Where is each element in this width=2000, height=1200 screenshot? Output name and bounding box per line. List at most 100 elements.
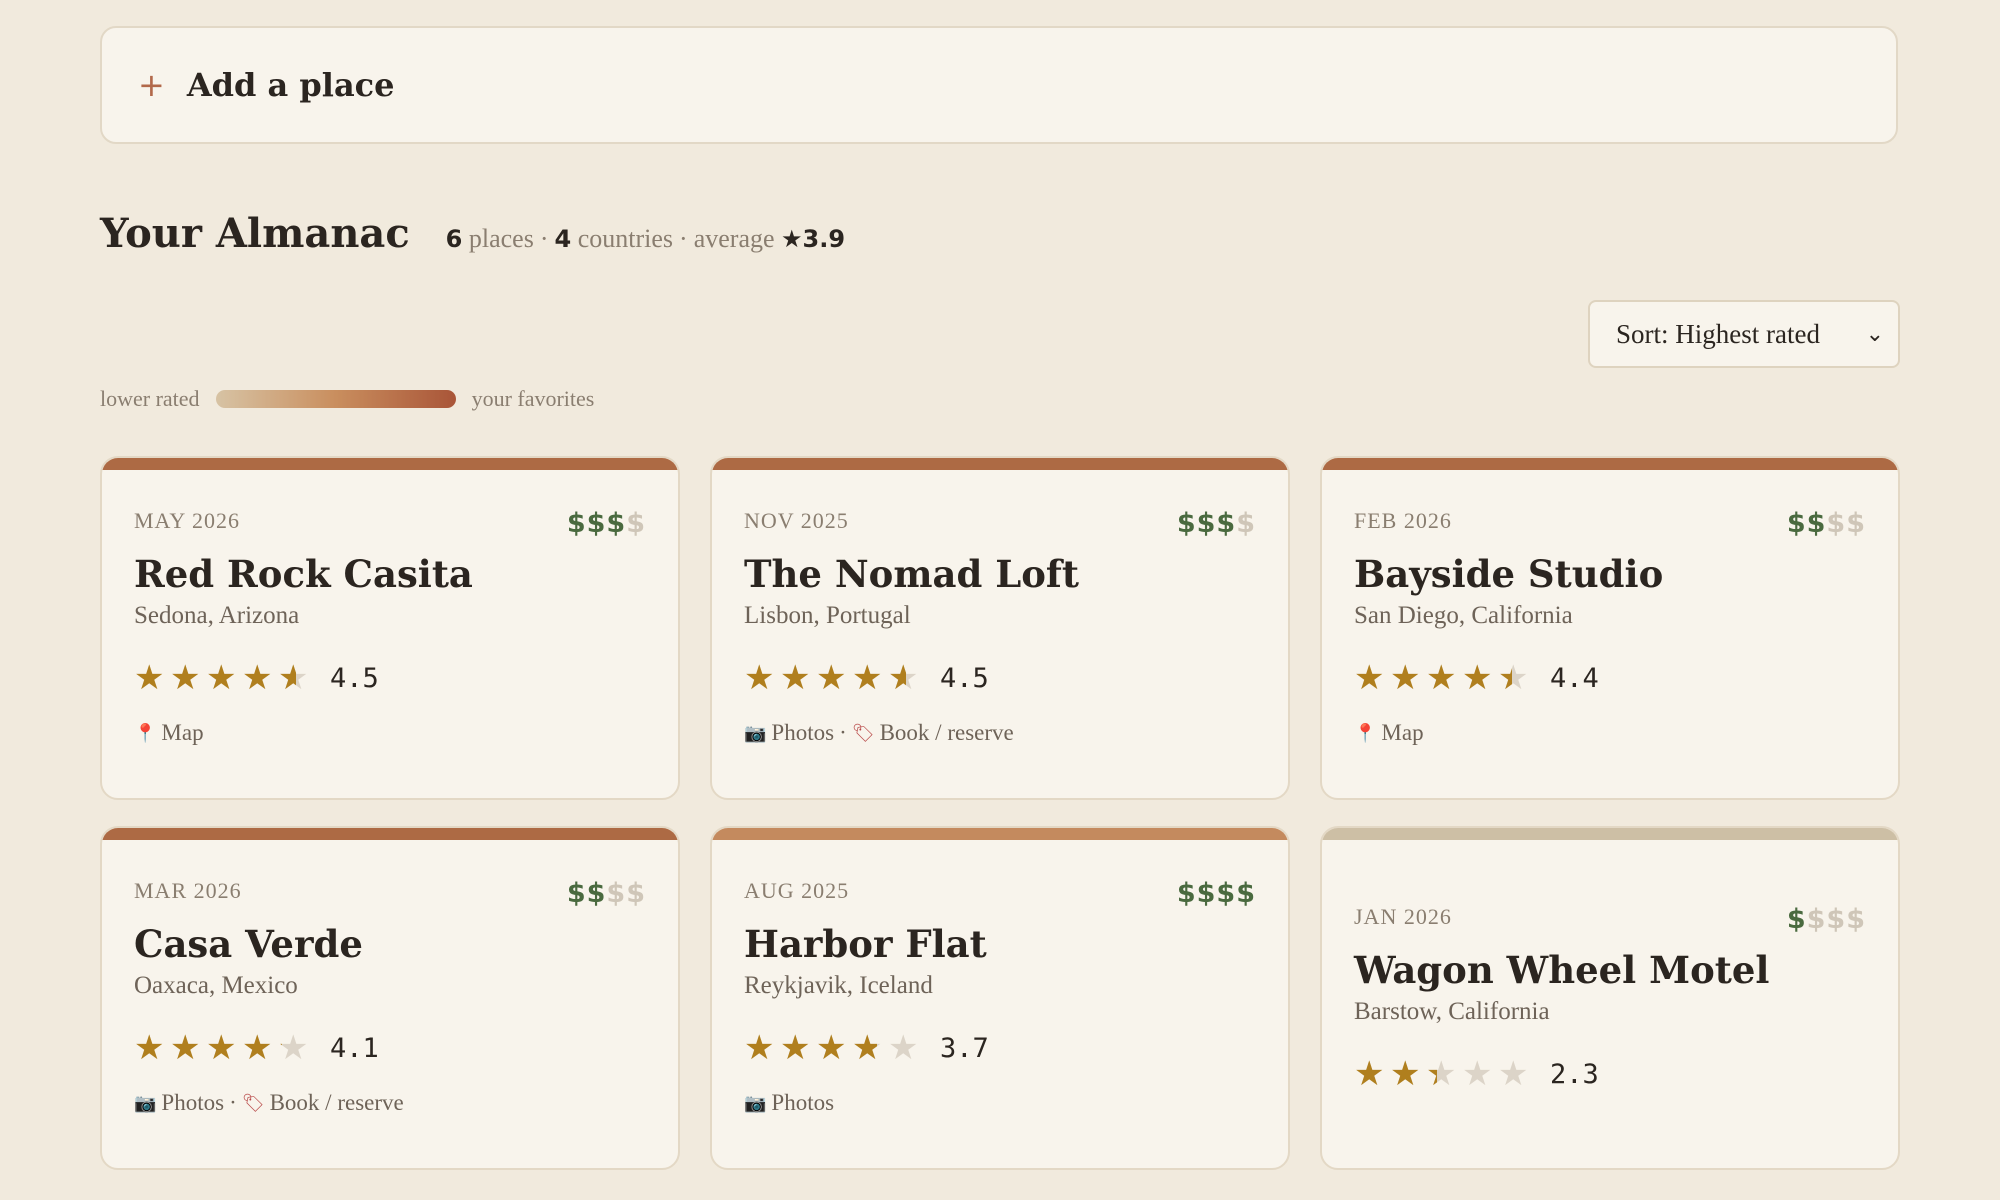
star-icon: ★★	[1462, 1054, 1493, 1094]
price-level: $$$$	[567, 878, 646, 909]
star-icon: ★★	[852, 1028, 883, 1068]
rating-row: ★★★★★★★★★★ 4.5	[134, 660, 646, 696]
map-pin-icon: 📍	[134, 722, 157, 744]
camera-icon: 📷	[744, 1092, 767, 1114]
link-label: Photos	[161, 1090, 225, 1115]
star-icon: ★★	[744, 658, 775, 698]
star-icon: ★★	[134, 658, 165, 698]
star-icon: ★★	[206, 658, 237, 698]
average-star-icon: ★	[781, 225, 803, 253]
card-body: NOV 2025 $$$$ The Nomad Loft Lisbon, Portug…	[744, 508, 1256, 746]
star-icon: ★★	[1354, 1054, 1385, 1094]
star-icon: ★★	[1426, 1054, 1457, 1094]
countries-count: 4	[554, 225, 572, 253]
price-inactive: $$	[1826, 508, 1866, 539]
place-card[interactable]: FEB 2026 $$$$ Bayside Studio San Diego, Cal…	[1320, 456, 1900, 800]
star-icon: ★★	[1498, 1054, 1529, 1094]
rating-legend: lower rated your favorites	[100, 386, 594, 412]
places-count: 6	[445, 225, 463, 253]
star-icon: ★★	[242, 1028, 273, 1068]
almanac-summary: 6 places · 4 countries · average ★3.9	[445, 224, 846, 253]
page-title: Your Almanac	[100, 210, 410, 257]
star-icon: ★★	[1426, 658, 1457, 698]
star-icon: ★★	[278, 658, 309, 698]
photos-link[interactable]: 📷 Photos	[744, 1090, 834, 1116]
photos-link[interactable]: 📷 Photos	[134, 1090, 224, 1116]
star-rating: ★★★★★★★★★★	[1354, 660, 1534, 696]
ticket-icon: 🏷	[241, 1092, 265, 1114]
place-card[interactable]: AUG 2025 $$$$ Harbor Flat Reykjavik, Icelan…	[710, 826, 1290, 1170]
map-link[interactable]: 📍 Map	[1354, 720, 1424, 746]
average-label: average	[693, 224, 775, 253]
star-rating: ★★★★★★★★★★	[134, 1030, 314, 1066]
rating-row: ★★★★★★★★★★ 3.7	[744, 1030, 1256, 1066]
rating-score: 2.3	[1550, 1058, 1599, 1090]
star-icon: ★★	[744, 1028, 775, 1068]
price-inactive: $	[626, 508, 646, 539]
legend-gradient-bar	[215, 390, 456, 408]
place-card[interactable]: JAN 2026 $$$$ Wagon Wheel Motel Barstow, Ca…	[1320, 826, 1900, 1170]
rating-row: ★★★★★★★★★★ 4.1	[134, 1030, 646, 1066]
rating-color-bar	[1322, 458, 1898, 470]
star-icon: ★★	[888, 1028, 919, 1068]
star-rating: ★★★★★★★★★★	[744, 1030, 924, 1066]
price-active: $$$	[566, 508, 627, 539]
rating-color-bar	[102, 458, 678, 470]
star-icon: ★★	[852, 658, 883, 698]
rating-score: 4.4	[1550, 662, 1599, 694]
book-reserve-link[interactable]: 🏷 Book / reserve	[852, 720, 1014, 746]
price-level: $$$$	[567, 508, 646, 539]
place-name: Casa Verde	[134, 922, 363, 966]
star-icon: ★★	[170, 658, 201, 698]
card-body: MAR 2026 $$$$ Casa Verde Oaxaca, Mexico ★ ★ ★ ★…	[134, 878, 646, 1116]
price-active: $$$$	[1176, 878, 1256, 909]
add-place-button[interactable]: + Add a place	[100, 26, 1898, 144]
link-label: Map	[1381, 720, 1424, 745]
star-icon: ★★	[780, 658, 811, 698]
price-level: $$$$	[1787, 508, 1866, 539]
star-rating: ★★★★★★★★★★	[1354, 1056, 1534, 1092]
almanac-header: Your Almanac 6 places · 4 countries · averag…	[100, 210, 845, 257]
star-icon: ★★	[1462, 658, 1493, 698]
camera-icon: 📷	[744, 722, 767, 744]
link-label: Book / reserve	[269, 1090, 404, 1115]
price-level: $$$$	[1177, 878, 1256, 909]
map-link[interactable]: 📍 Map	[134, 720, 204, 746]
card-body: FEB 2026 $$$$ Bayside Studio San Diego, Cal…	[1354, 508, 1866, 746]
place-location: Lisbon, Portugal	[744, 602, 911, 629]
book-reserve-link[interactable]: 🏷 Book / reserve	[242, 1090, 404, 1116]
rating-row: ★★★★★★★★★★4.5	[744, 660, 1256, 696]
link-separator: ·	[839, 720, 847, 745]
star-icon: ★★	[780, 1028, 811, 1068]
rating-score: 4.5	[940, 662, 989, 694]
photos-link[interactable]: 📷 Photos	[744, 720, 834, 746]
rating-score: 4.5	[330, 662, 379, 694]
place-location: Sedona, Arizona	[134, 602, 300, 629]
price-level: $$$$	[1177, 508, 1256, 539]
place-card[interactable]: NOV 2025 $$$$ The Nomad Loft Lisbon, Portug…	[710, 456, 1290, 800]
price-active: $$	[566, 878, 607, 909]
rating-color-bar	[712, 828, 1288, 840]
card-links: 📷 Photos · 🏷 Book / reserve	[744, 720, 1256, 746]
price-active: $$	[1786, 508, 1827, 539]
price-active: $$$	[1176, 508, 1237, 539]
rating-row: ★★★★★★★★★★ 2.3	[1354, 1056, 1866, 1092]
link-label: Photos	[771, 1090, 835, 1115]
rating-score: 3.7	[940, 1032, 989, 1064]
place-card[interactable]: MAY 2026 $$$$ Red Rock Casita Sedona, Arizo…	[100, 456, 680, 800]
star-rating: ★★★★★★★★★★	[134, 660, 314, 696]
card-links: 📷 Photos	[744, 1090, 1256, 1116]
rating-score: 4.1	[330, 1032, 379, 1064]
price-level: $$$$	[1787, 904, 1866, 935]
add-place-label: Add a place	[186, 66, 395, 104]
star-icon: ★★	[134, 1028, 165, 1068]
link-label: Book / reserve	[879, 720, 1014, 745]
place-location: Barstow, California	[1354, 998, 1550, 1025]
place-location: Reykjavik, Iceland	[744, 972, 933, 999]
star-icon: ★★	[278, 1028, 309, 1068]
place-card[interactable]: MAR 2026 $$$$ Casa Verde Oaxaca, Mexico ★ ★ ★ ★…	[100, 826, 680, 1170]
price-inactive: $$	[606, 878, 646, 909]
link-separator: ·	[229, 1090, 237, 1115]
sort-select[interactable]: Sort: Highest rated ⌄	[1588, 300, 1900, 368]
price-inactive: $$$	[1806, 904, 1866, 935]
